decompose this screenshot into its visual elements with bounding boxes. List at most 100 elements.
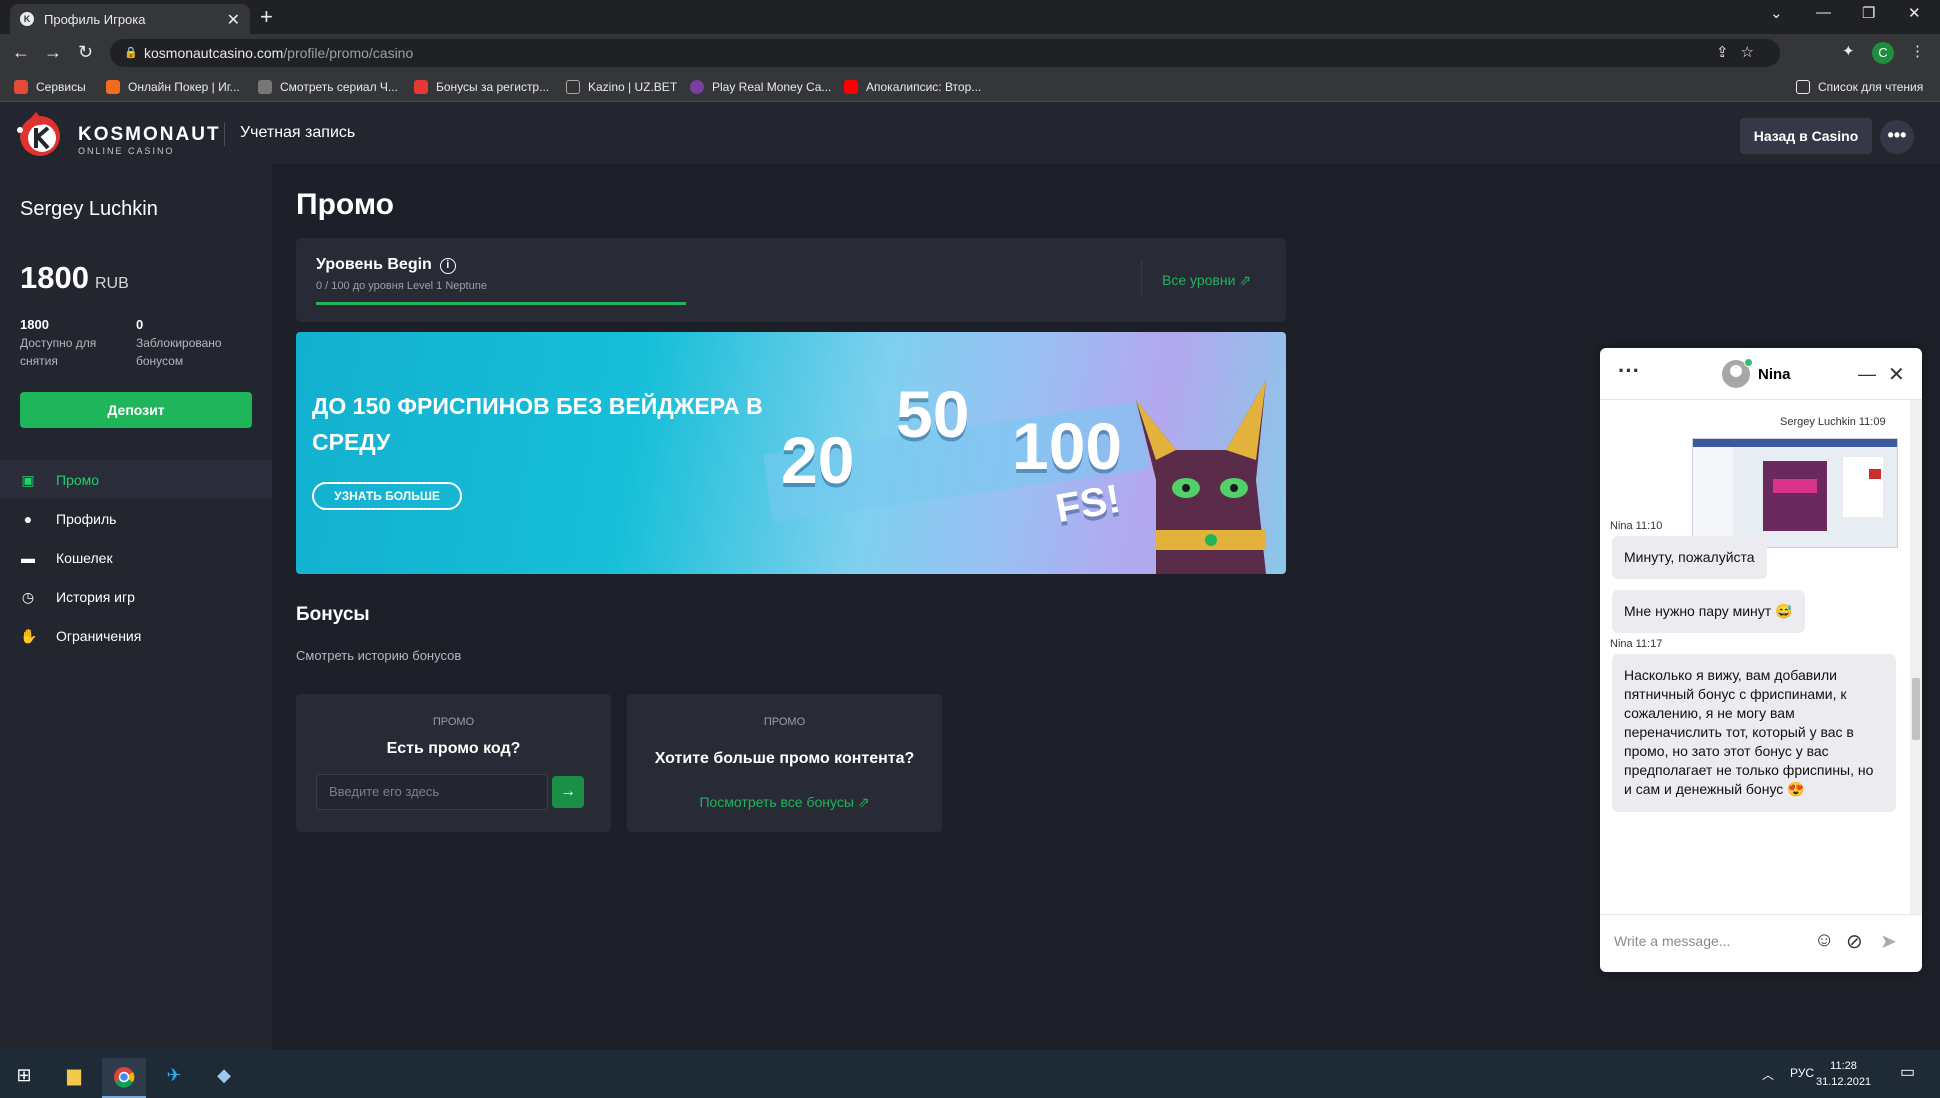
- level-divider: [1141, 260, 1142, 298]
- profile-avatar[interactable]: C: [1872, 42, 1894, 64]
- minimize-window-icon[interactable]: —: [1816, 4, 1831, 21]
- banner-number: 50: [896, 377, 970, 451]
- lock-icon: 🔒: [124, 47, 138, 59]
- brand-name: KOSMONAUT: [78, 124, 221, 145]
- all-levels-link[interactable]: Все уровни ⇗: [1162, 272, 1251, 289]
- message-meta: Nina 11:10: [1610, 520, 1663, 532]
- more-promo-card: ПРОМО Хотите больше промо контента? Посм…: [627, 694, 942, 832]
- promo-code-card: ПРОМО Есть промо код? Введите его здесь …: [296, 694, 611, 832]
- bookmark-favicon-icon: [690, 80, 704, 94]
- url-bar[interactable]: 🔒 kosmonautcasino.com/profile/promo/casi…: [110, 39, 1780, 67]
- minimize-chat-icon[interactable]: —: [1858, 364, 1876, 385]
- bonuses-title: Бонусы: [296, 604, 370, 625]
- kosmonaut-logo[interactable]: [16, 110, 64, 158]
- bookmark-item[interactable]: Kazino | UZ.BET: [566, 80, 677, 94]
- bookmark-item[interactable]: Сервисы: [14, 80, 86, 94]
- sidebar-item-wallet[interactable]: ▬ Кошелек: [0, 538, 272, 577]
- message-meta: Sergey Luchkin 11:09: [1780, 416, 1886, 428]
- blocked-value: 0: [136, 317, 144, 332]
- new-tab-icon[interactable]: +: [260, 4, 273, 30]
- tab-search-icon[interactable]: ⌄: [1770, 4, 1783, 22]
- system-clock[interactable]: 11:28 31.12.2021: [1816, 1058, 1871, 1090]
- tray-chevron-icon[interactable]: ︿: [1762, 1066, 1774, 1083]
- reload-icon[interactable]: ↻: [78, 42, 93, 63]
- arrow-right-icon[interactable]: →: [552, 776, 584, 808]
- info-icon[interactable]: i: [439, 258, 456, 274]
- blocked-stat: 0 Заблокировано бонусом: [136, 316, 246, 370]
- see-all-bonuses-link[interactable]: Посмотреть все бонусы ⇗: [627, 794, 942, 811]
- external-link-icon: ⇗: [857, 794, 870, 810]
- site-favicon: K: [20, 12, 34, 26]
- chat-message: Насколько я вижу, вам добавили пятничный…: [1612, 654, 1896, 812]
- message-meta: Nina 11:17: [1610, 638, 1663, 650]
- sidebar-item-profile[interactable]: ● Профиль: [0, 499, 272, 538]
- sidebar-item-label: Ограничения: [56, 627, 142, 644]
- extensions-icon[interactable]: ✦: [1842, 42, 1855, 60]
- back-to-casino-button[interactable]: Назад в Casino: [1740, 118, 1872, 154]
- banner-number: 20: [781, 423, 855, 497]
- more-options-button[interactable]: •••: [1880, 120, 1914, 154]
- banner-title: ДО 150 ФРИСПИНОВ БЕЗ ВЕЙДЖЕРА В СРЕДУ: [312, 393, 763, 455]
- youtube-icon: [844, 80, 858, 94]
- level-progress-text: 0 / 100 до уровня Level 1 Neptune: [316, 280, 487, 292]
- forward-arrow-icon[interactable]: →: [44, 42, 62, 63]
- notifications-icon[interactable]: ▭: [1900, 1062, 1915, 1082]
- card-title: Хотите больше промо контента?: [654, 750, 915, 767]
- telegram-icon[interactable]: ✈: [152, 1058, 196, 1098]
- sidebar-item-label: Кошелек: [56, 549, 113, 566]
- chat-messages: Sergey Luchkin 11:09 Nina 11:10 Минуту, …: [1600, 400, 1910, 914]
- chat-menu-icon[interactable]: ···: [1618, 358, 1640, 384]
- promo-banner[interactable]: ДО 150 ФРИСПИНОВ БЕЗ ВЕЙДЖЕРА В СРЕДУ УЗ…: [296, 332, 1286, 574]
- screenshot-attachment[interactable]: [1692, 438, 1898, 548]
- promo-code-input[interactable]: Введите его здесь: [316, 774, 548, 810]
- bookmark-item[interactable]: Апокалипсис: Втор...: [844, 80, 981, 94]
- sidebar-item-limits[interactable]: ✋ Ограничения: [0, 616, 272, 655]
- send-icon[interactable]: ➤: [1880, 929, 1897, 954]
- level-progress-bar: [316, 302, 686, 305]
- reading-list-icon: [1796, 80, 1810, 94]
- close-window-icon[interactable]: ✕: [1908, 4, 1921, 22]
- bonus-history-link[interactable]: Смотреть историю бонусов: [296, 648, 461, 663]
- banner-fs: FS!: [1052, 476, 1124, 532]
- bookmark-favicon-icon: [566, 80, 580, 94]
- page-title: Промо: [296, 188, 394, 221]
- browser-tab[interactable]: K Профиль Игрока ✕: [10, 4, 250, 34]
- message-input[interactable]: Write a message...: [1614, 933, 1730, 949]
- deposit-button[interactable]: Депозит: [20, 392, 252, 428]
- address-toolbar: ← → ↻ 🔒 kosmonautcasino.com/profile/prom…: [0, 34, 1940, 72]
- app-icon[interactable]: ◆: [202, 1058, 246, 1098]
- sidebar-item-game-history[interactable]: ◷ История игр: [0, 577, 272, 616]
- bookmark-item[interactable]: Play Real Money Ca...: [690, 80, 831, 94]
- bookmark-favicon-icon: [106, 80, 120, 94]
- file-explorer-icon[interactable]: ▆: [52, 1058, 96, 1098]
- learn-more-button[interactable]: УЗНАТЬ БОЛЬШЕ: [312, 482, 462, 510]
- support-chat-widget: ··· Nina — ✕ Sergey Luchkin 11:09 Nina 1…: [1600, 348, 1922, 972]
- attachment-icon[interactable]: ⊘: [1846, 929, 1863, 954]
- sidebar-item-promo[interactable]: ▣ Промо: [0, 460, 272, 499]
- balance: 1800 RUB: [20, 260, 129, 296]
- scrollbar-thumb[interactable]: [1912, 678, 1920, 740]
- share-star-icons[interactable]: ⇪☆: [1716, 39, 1766, 67]
- chrome-logo: [114, 1067, 135, 1088]
- wallet-icon: ▬: [21, 549, 35, 566]
- close-chat-icon[interactable]: ✕: [1888, 362, 1905, 387]
- windows-start-icon[interactable]: ⊞: [2, 1058, 46, 1098]
- external-link-icon: ⇗: [1239, 272, 1252, 288]
- restore-window-icon[interactable]: ❐: [1862, 4, 1875, 22]
- back-arrow-icon[interactable]: ←: [12, 42, 30, 63]
- close-tab-icon[interactable]: ✕: [227, 10, 240, 30]
- emoji-icon[interactable]: ☺: [1814, 929, 1834, 952]
- bookmark-item[interactable]: Бонусы за регистр...: [414, 80, 549, 94]
- header-divider: [224, 122, 225, 146]
- bookmarks-bar: Сервисы Онлайн Покер | Иг... Смотреть се…: [0, 72, 1940, 102]
- bookmark-item[interactable]: Онлайн Покер | Иг...: [106, 80, 240, 94]
- level-title: Уровень Begin i: [316, 256, 456, 274]
- input-language[interactable]: РУС: [1790, 1066, 1814, 1080]
- bookmark-item[interactable]: Смотреть сериал Ч...: [258, 80, 398, 94]
- reading-list[interactable]: Список для чтения: [1796, 80, 1923, 94]
- bookmark-favicon-icon: [414, 80, 428, 94]
- windows-taskbar: ⊞ ▆ ✈ ◆ ︿ РУС 11:28 31.12.2021 ▭: [0, 1050, 1940, 1098]
- chrome-icon[interactable]: [102, 1058, 146, 1098]
- chat-scrollbar[interactable]: [1910, 400, 1922, 914]
- browser-menu-icon[interactable]: ⋮: [1910, 42, 1925, 60]
